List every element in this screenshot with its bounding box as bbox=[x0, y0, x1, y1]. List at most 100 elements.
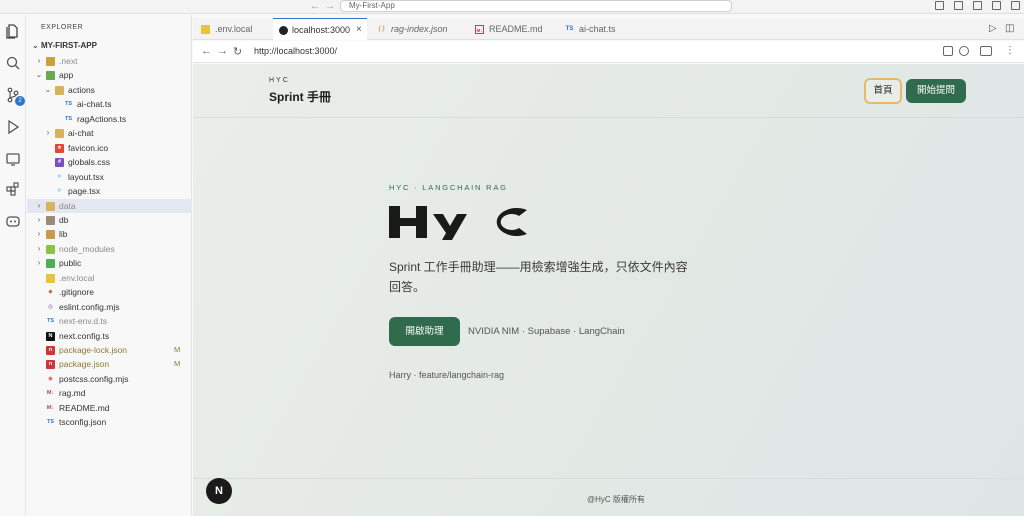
chevron-down-icon[interactable]: ⌄ bbox=[44, 83, 52, 97]
tree-item-layout-tsx[interactable]: ⚛ layout.tsx bbox=[27, 170, 192, 184]
tree-item-eslint-config-mjs[interactable]: ◎ eslint.config.mjs bbox=[27, 300, 192, 314]
typescript-file-icon: TS bbox=[46, 419, 55, 426]
nextjs-devtools-icon[interactable]: N bbox=[206, 478, 232, 504]
tree-item-data[interactable]: › data bbox=[27, 198, 192, 213]
tree-item-gitignore[interactable]: ◆ .gitignore bbox=[27, 285, 192, 299]
tree-item-label: actions bbox=[68, 84, 95, 95]
source-control-icon[interactable]: 2 bbox=[5, 87, 25, 106]
browser-forward-icon[interactable]: → bbox=[217, 45, 228, 57]
nav-home-link[interactable]: 首頁 bbox=[864, 78, 902, 104]
chevron-right-icon[interactable]: › bbox=[35, 227, 43, 241]
reload-icon[interactable]: ↻ bbox=[233, 45, 242, 58]
chevron-down-icon[interactable]: ⌄ bbox=[35, 68, 43, 82]
tree-item-page-tsx[interactable]: ⚛ page.tsx bbox=[27, 184, 192, 198]
tab-rag-index[interactable]: { } rag-index.json bbox=[373, 18, 465, 40]
tree-item-package-json[interactable]: n package.json M bbox=[27, 357, 192, 371]
remote-explorer-icon[interactable] bbox=[5, 151, 21, 167]
tree-item-label: favicon.ico bbox=[68, 142, 109, 153]
git-status-badge: M bbox=[174, 345, 181, 354]
tree-item-node-modules[interactable]: › node_modules bbox=[27, 242, 192, 256]
more-options-icon[interactable]: ⋮ bbox=[1005, 45, 1015, 56]
tab-localhost[interactable]: localhost:3000 × bbox=[273, 18, 367, 40]
tree-item-db[interactable]: › db bbox=[27, 213, 192, 227]
browser-back-icon[interactable]: ← bbox=[201, 45, 212, 57]
tree-item-next-env-d-ts[interactable]: TS next-env.d.ts bbox=[27, 314, 192, 328]
tab-ai-chat[interactable]: TS ai-chat.ts bbox=[561, 18, 641, 40]
toggle-secondary-sidebar-icon[interactable] bbox=[1011, 1, 1020, 10]
devices-icon[interactable] bbox=[980, 46, 992, 56]
chevron-right-icon[interactable]: › bbox=[44, 126, 52, 140]
tree-item-globals-css[interactable]: # globals.css bbox=[27, 155, 192, 169]
extensions-icon[interactable] bbox=[5, 181, 21, 197]
nav-start-asking-button[interactable]: 開始提問 bbox=[906, 79, 966, 103]
screenshot-icon[interactable] bbox=[943, 46, 953, 56]
window-layout-controls bbox=[935, 1, 1020, 10]
tree-item-label: page.tsx bbox=[68, 186, 101, 197]
workspace-root[interactable]: ⌄ MY-FIRST-APP bbox=[32, 41, 97, 50]
markdown-file-icon: M↓ bbox=[46, 390, 55, 397]
chevron-right-icon[interactable]: › bbox=[35, 256, 43, 270]
layout-icon[interactable] bbox=[954, 1, 963, 10]
url-field[interactable]: http://localhost:3000/ bbox=[254, 46, 337, 56]
forward-arrow-icon[interactable]: → bbox=[325, 1, 335, 12]
run-debug-icon[interactable] bbox=[5, 119, 21, 135]
editor-tabs: .env.local localhost:3000 × { } rag-inde… bbox=[193, 18, 1024, 40]
tech-stack: NVIDIA NIM · Supabase · LangChain bbox=[468, 326, 625, 337]
toggle-panel-icon[interactable] bbox=[992, 1, 1001, 10]
tree-item-readme-md[interactable]: M↓ README.md bbox=[27, 401, 192, 415]
split-editor-icon[interactable]: ◫ bbox=[1005, 23, 1014, 34]
account-icon[interactable] bbox=[935, 1, 944, 10]
npm-file-icon: n bbox=[46, 346, 55, 355]
tree-item-rag-md[interactable]: M↓ rag.md bbox=[27, 386, 192, 400]
explorer-header: EXPLORER bbox=[41, 24, 84, 31]
browser-toolbar: ← → ↻ http://localhost:3000/ ⋮ bbox=[193, 41, 1024, 63]
tree-item-label: ai-chat.ts bbox=[77, 99, 112, 110]
db-folder-icon bbox=[46, 215, 55, 225]
chevron-right-icon[interactable]: › bbox=[35, 54, 43, 68]
search-icon[interactable] bbox=[5, 55, 21, 71]
chevron-right-icon[interactable]: › bbox=[35, 199, 43, 213]
tab-readme[interactable]: M↓ README.md bbox=[471, 18, 555, 40]
tree-item-public[interactable]: › public bbox=[27, 256, 192, 270]
run-icon[interactable]: ▷ bbox=[989, 23, 997, 34]
info-icon[interactable] bbox=[959, 46, 969, 56]
brand-eyebrow: HYC bbox=[269, 77, 290, 84]
tree-item-postcss-config-mjs[interactable]: ◉ postcss.config.mjs bbox=[27, 372, 192, 386]
back-arrow-icon[interactable]: ← bbox=[310, 1, 320, 12]
typescript-file-icon: TS bbox=[64, 101, 73, 108]
tree-item-label: ragActions.ts bbox=[77, 113, 127, 124]
copilot-icon[interactable] bbox=[5, 213, 21, 229]
tree-item-label: layout.tsx bbox=[68, 171, 104, 182]
typescript-file-icon: TS bbox=[565, 26, 574, 32]
tree-item-app[interactable]: ⌄ app bbox=[27, 68, 192, 82]
tree-item-ai-chat-ts[interactable]: TS ai-chat.ts bbox=[27, 97, 192, 111]
tree-item-lib[interactable]: › lib bbox=[27, 227, 192, 241]
tree-item-label: node_modules bbox=[59, 243, 115, 254]
tree-item-env-local[interactable]: .env.local bbox=[27, 271, 192, 285]
tree-item-label: next-env.d.ts bbox=[59, 316, 108, 327]
tree-item-package-lock-json[interactable]: n package-lock.json M bbox=[27, 343, 192, 357]
typescript-file-icon: TS bbox=[46, 318, 55, 325]
chevron-right-icon[interactable]: › bbox=[35, 213, 43, 227]
tree-item-favicon-ico[interactable]: ★ favicon.ico bbox=[27, 141, 192, 155]
chevron-right-icon[interactable]: › bbox=[35, 242, 43, 256]
tree-item-label: eslint.config.mjs bbox=[59, 301, 120, 312]
command-center-search[interactable]: My-First-App bbox=[340, 0, 732, 12]
explorer-icon[interactable] bbox=[5, 23, 21, 39]
tree-item-actions[interactable]: ⌄ actions bbox=[27, 83, 192, 97]
tree-item-tsconfig-json[interactable]: TS tsconfig.json bbox=[27, 415, 192, 429]
tree-item-next[interactable]: › .next bbox=[27, 54, 192, 68]
hero-description: Sprint 工作手冊助理——用檢索增強生成，只依文件內容回答。 bbox=[389, 260, 688, 294]
tab-env-local[interactable]: .env.local bbox=[197, 18, 271, 40]
tree-item-next-config-ts[interactable]: Nnext.config.ts bbox=[27, 329, 192, 343]
open-assistant-button[interactable]: 開啟助理 bbox=[389, 317, 460, 346]
tree-item-ragactions-ts[interactable]: TS ragActions.ts bbox=[27, 112, 192, 126]
title-bar: ← → My-First-App bbox=[0, 0, 1024, 14]
tree-item-label: .env.local bbox=[59, 272, 95, 283]
tree-item-label: app bbox=[59, 70, 74, 81]
lib-folder-icon bbox=[46, 230, 55, 240]
toggle-sidebar-icon[interactable] bbox=[973, 1, 982, 10]
tree-item-ai-chat[interactable]: › ai-chat bbox=[27, 126, 192, 140]
brand-title[interactable]: Sprint 手冊 bbox=[269, 88, 331, 105]
close-icon[interactable]: × bbox=[356, 19, 362, 41]
